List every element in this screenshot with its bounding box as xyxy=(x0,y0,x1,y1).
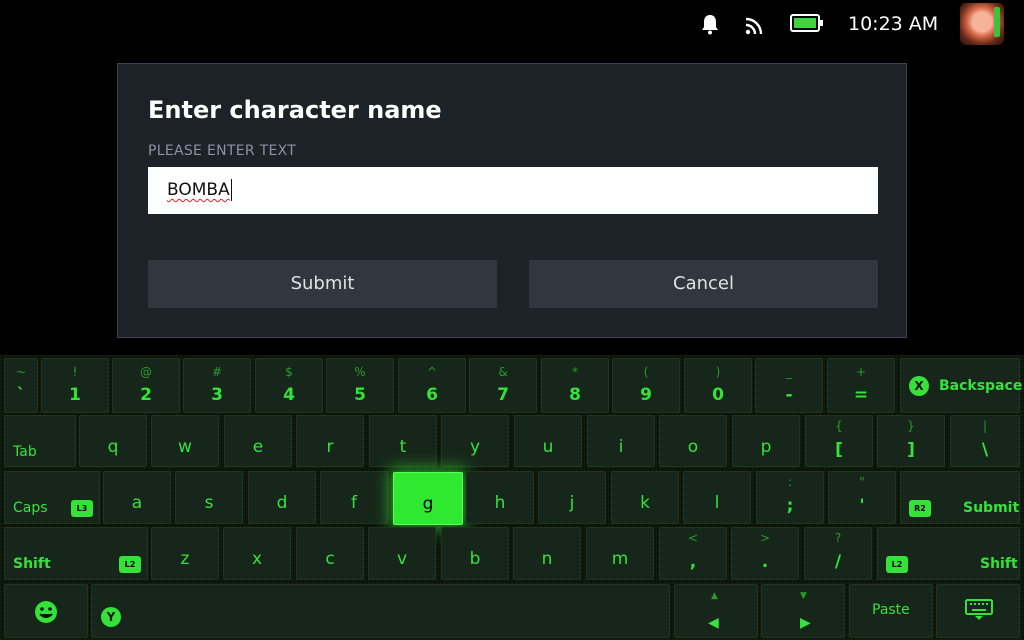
key-t[interactable]: t xyxy=(369,415,437,467)
l2-button-icon: L2 xyxy=(119,556,141,573)
key-m[interactable]: m xyxy=(586,527,654,580)
character-name-input[interactable]: BOMBA xyxy=(148,167,878,214)
key-v[interactable]: v xyxy=(368,527,436,580)
dialog-title: Enter character name xyxy=(148,96,442,124)
bell-icon[interactable] xyxy=(700,13,720,35)
key-p[interactable]: p xyxy=(732,415,800,467)
text-entry-dialog: Enter character name PLEASE ENTER TEXT B… xyxy=(117,63,907,338)
chevron-up-icon: ▲ xyxy=(711,591,718,601)
key-w[interactable]: w xyxy=(151,415,219,467)
key-left-bracket[interactable]: { [ xyxy=(805,415,873,467)
on-screen-keyboard: ~ ` ! 1 @ 2 # 3 $ 4 % 5 ^ 6 & 7 * 8 ( 9 … xyxy=(0,355,1024,640)
space-key[interactable]: Y xyxy=(91,584,670,638)
key-8[interactable]: * 8 xyxy=(541,358,609,413)
key-s[interactable]: s xyxy=(175,471,243,524)
wifi-icon[interactable] xyxy=(744,14,766,36)
key-l[interactable]: l xyxy=(683,471,751,524)
hide-keyboard-key[interactable] xyxy=(936,584,1020,638)
tab-key[interactable]: Tab xyxy=(4,415,76,467)
y-button-icon: Y xyxy=(101,607,121,627)
key-slash[interactable]: ? / xyxy=(804,527,872,580)
key-x[interactable]: x xyxy=(223,527,291,580)
key-3[interactable]: # 3 xyxy=(183,358,251,413)
backspace-key[interactable]: X Backspace xyxy=(900,358,1022,413)
key-a[interactable]: a xyxy=(103,471,171,524)
key-comma[interactable]: < , xyxy=(659,527,727,580)
key-i[interactable]: i xyxy=(587,415,655,467)
key-semicolon[interactable]: : ; xyxy=(756,471,824,524)
key-backslash[interactable]: | \ xyxy=(950,415,1020,467)
paste-key[interactable]: Paste xyxy=(849,584,933,638)
avatar[interactable] xyxy=(960,3,1004,45)
key-0[interactable]: ) 0 xyxy=(684,358,752,413)
key-4[interactable]: $ 4 xyxy=(255,358,323,413)
key-equals[interactable]: + = xyxy=(827,358,895,413)
l3-button-icon: L3 xyxy=(71,500,93,517)
key-r[interactable]: r xyxy=(296,415,364,467)
status-bar: 10:23 AM xyxy=(0,0,1024,50)
x-button-icon: X xyxy=(909,376,929,396)
shift-left-key[interactable]: Shift L2 xyxy=(4,527,148,580)
key-q[interactable]: q xyxy=(79,415,147,467)
key-period[interactable]: > . xyxy=(731,527,799,580)
shift-right-key[interactable]: L2 Shift xyxy=(877,527,1020,580)
cancel-button[interactable]: Cancel xyxy=(529,260,878,308)
input-text: BOMBA xyxy=(167,180,230,200)
key-minus[interactable]: _ - xyxy=(755,358,823,413)
emoji-key[interactable] xyxy=(4,584,88,638)
key-2[interactable]: @ 2 xyxy=(112,358,180,413)
text-caret xyxy=(230,179,232,201)
chevron-right-icon: ▶ xyxy=(800,615,811,631)
key-1[interactable]: ! 1 xyxy=(41,358,109,413)
key-j[interactable]: j xyxy=(538,471,606,524)
submit-key[interactable]: R2 Submit xyxy=(900,471,1020,524)
key-5[interactable]: % 5 xyxy=(326,358,394,413)
key-backtick[interactable]: ~ ` xyxy=(4,358,38,413)
keyboard-icon xyxy=(965,599,993,620)
key-k[interactable]: k xyxy=(611,471,679,524)
caps-key[interactable]: Caps L3 xyxy=(4,471,100,524)
key-u[interactable]: u xyxy=(514,415,582,467)
key-e[interactable]: e xyxy=(224,415,292,467)
key-b[interactable]: b xyxy=(441,527,509,580)
key-h[interactable]: h xyxy=(466,471,534,524)
clock: 10:23 AM xyxy=(848,13,939,35)
arrow-right-key[interactable]: ▼ ▶ xyxy=(761,584,845,638)
battery-icon[interactable] xyxy=(790,14,824,32)
key-g[interactable]: g xyxy=(393,472,463,525)
chevron-left-icon: ◀ xyxy=(708,615,719,631)
key-z[interactable]: z xyxy=(151,527,219,580)
key-o[interactable]: o xyxy=(659,415,727,467)
submit-button[interactable]: Submit xyxy=(148,260,497,308)
chevron-down-icon: ▼ xyxy=(800,591,807,601)
emoji-icon xyxy=(35,601,57,623)
l2-button-icon: L2 xyxy=(886,556,908,573)
key-7[interactable]: & 7 xyxy=(469,358,537,413)
key-6[interactable]: ^ 6 xyxy=(398,358,466,413)
r2-button-icon: R2 xyxy=(909,500,931,517)
key-c[interactable]: c xyxy=(296,527,364,580)
key-right-bracket[interactable]: } ] xyxy=(877,415,945,467)
key-n[interactable]: n xyxy=(513,527,581,580)
key-f[interactable]: f xyxy=(320,471,388,524)
key-d[interactable]: d xyxy=(248,471,316,524)
dialog-prompt: PLEASE ENTER TEXT xyxy=(148,143,297,159)
arrow-left-key[interactable]: ▲ ◀ xyxy=(674,584,758,638)
key-y[interactable]: y xyxy=(441,415,509,467)
key-9[interactable]: ( 9 xyxy=(612,358,680,413)
key-quote[interactable]: " ' xyxy=(828,471,896,524)
